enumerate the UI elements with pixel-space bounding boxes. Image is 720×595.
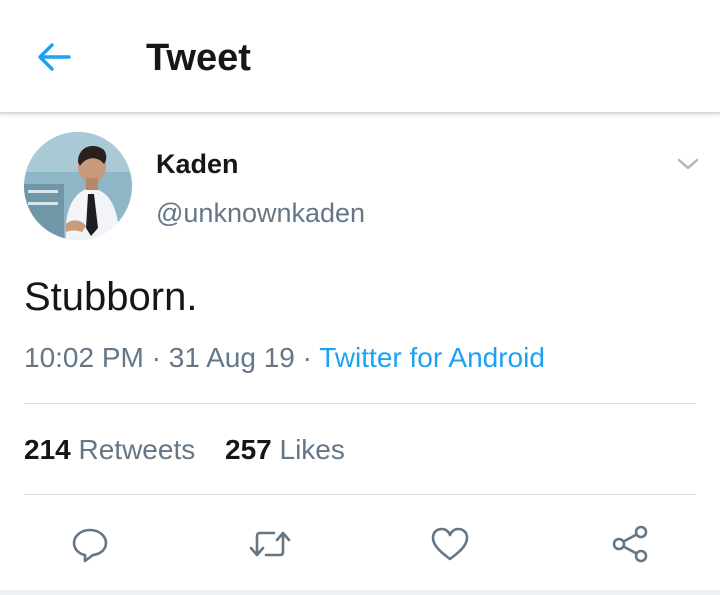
meta-separator: · bbox=[151, 342, 161, 373]
tweet-text: Stubborn. bbox=[24, 275, 198, 319]
bottom-divider bbox=[0, 590, 720, 595]
divider bbox=[24, 403, 696, 404]
retweets-stat[interactable]: 214 Retweets bbox=[24, 434, 195, 465]
profile-photo bbox=[24, 132, 132, 240]
reply-icon bbox=[72, 528, 108, 563]
meta-separator: · bbox=[302, 342, 312, 373]
heart-icon bbox=[431, 527, 469, 561]
tweet-menu-button[interactable] bbox=[672, 150, 704, 178]
tweet-stats: 214 Retweets 257 Likes bbox=[24, 432, 345, 468]
top-app-bar: Tweet bbox=[0, 0, 720, 114]
page-title: Tweet bbox=[146, 37, 251, 79]
share-icon bbox=[612, 525, 648, 563]
arrow-left-icon bbox=[38, 43, 71, 71]
avatar[interactable] bbox=[24, 132, 132, 240]
tweet-actions-bar bbox=[0, 516, 720, 572]
chevron-down-icon bbox=[677, 158, 699, 170]
share-button[interactable] bbox=[608, 522, 652, 566]
like-button[interactable] bbox=[428, 522, 472, 566]
likes-stat[interactable]: 257 Likes bbox=[225, 434, 345, 465]
author-display-name[interactable]: Kaden bbox=[156, 148, 239, 180]
retweet-icon bbox=[249, 531, 291, 557]
retweets-label: Retweets bbox=[78, 434, 196, 465]
author-handle[interactable]: @unknownkaden bbox=[156, 196, 365, 230]
reply-button[interactable] bbox=[68, 522, 112, 566]
tweet-time: 10:02 PM bbox=[24, 342, 144, 373]
likes-label: Likes bbox=[279, 434, 345, 465]
retweet-button[interactable] bbox=[248, 522, 292, 566]
divider bbox=[24, 494, 696, 495]
tweet-meta: 10:02 PM · 31 Aug 19 · Twitter for Andro… bbox=[24, 340, 545, 376]
back-button[interactable] bbox=[30, 36, 78, 78]
tweet-date: 31 Aug 19 bbox=[168, 342, 295, 373]
tweet-source-link[interactable]: Twitter for Android bbox=[319, 342, 545, 373]
likes-count: 257 bbox=[225, 434, 272, 465]
retweets-count: 214 bbox=[24, 434, 71, 465]
